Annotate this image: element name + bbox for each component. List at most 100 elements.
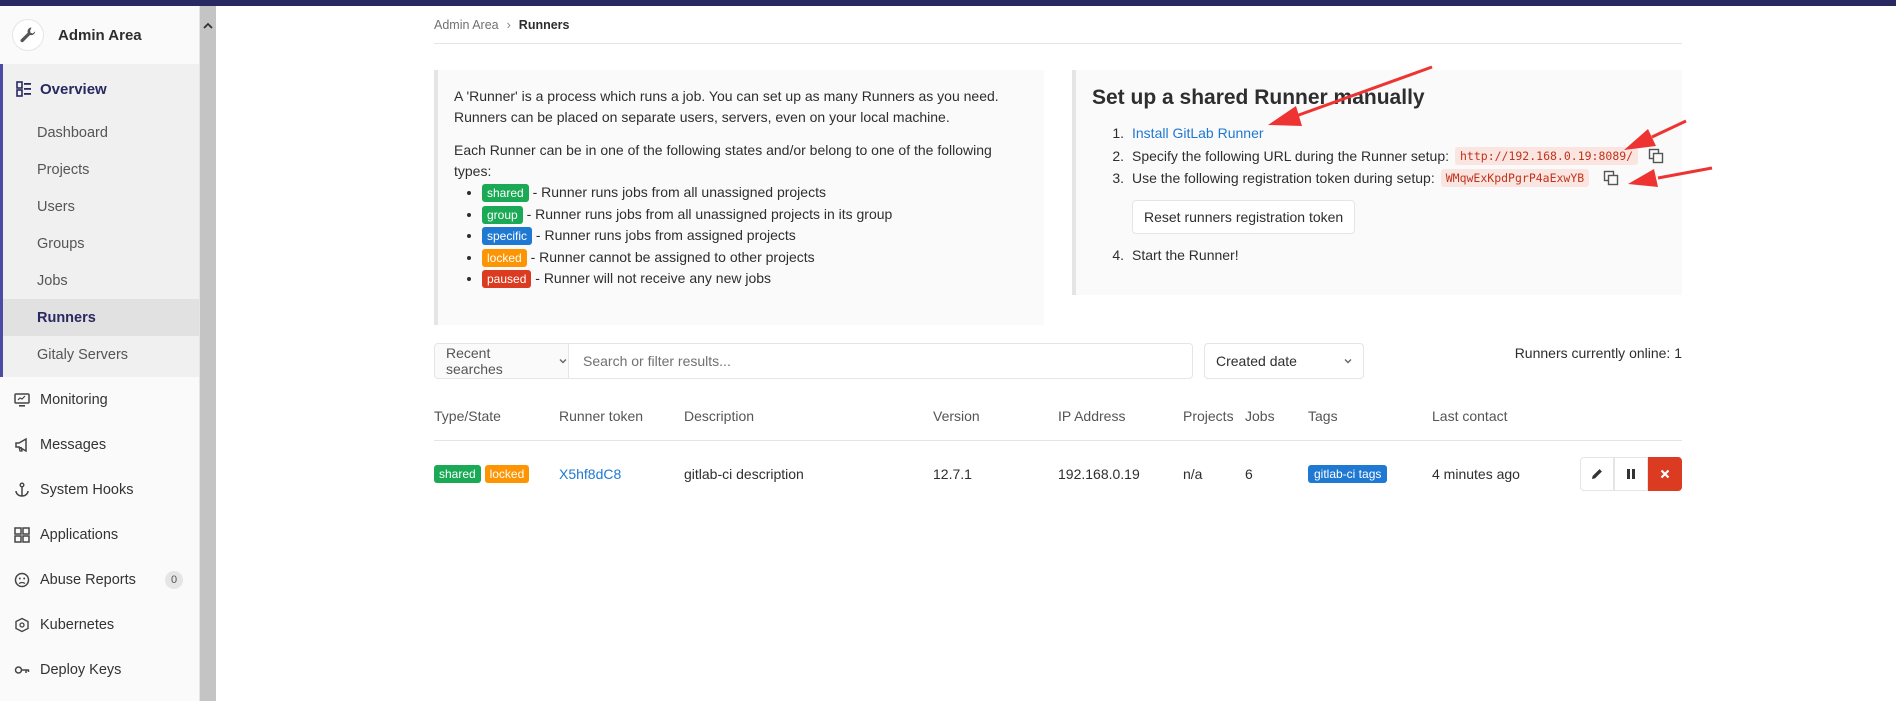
table-header: Type/State Runner token Description Vers… xyxy=(434,391,1682,441)
sort-label: Created date xyxy=(1216,353,1297,369)
sidebar-item-groups[interactable]: Groups xyxy=(3,225,199,262)
column-header: Version xyxy=(933,407,980,424)
reset-token-button[interactable]: Reset runners registration token xyxy=(1132,199,1356,234)
grid-icon xyxy=(14,526,30,543)
pencil-icon xyxy=(1592,469,1602,479)
sidebar-item-deploy-keys[interactable]: Deploy Keys xyxy=(0,647,199,692)
runner-last-contact: 4 minutes ago xyxy=(1432,466,1520,482)
remove-button[interactable] xyxy=(1648,457,1682,491)
pause-icon xyxy=(1627,469,1635,479)
overview-icon xyxy=(16,81,32,97)
setup-step-1: 1. Install GitLab Runner xyxy=(1112,125,1264,142)
edit-button[interactable] xyxy=(1580,457,1614,491)
sidebar-item-applications[interactable]: Applications xyxy=(0,512,199,557)
list-item: paused - Runner will not receive any new… xyxy=(482,268,1028,290)
chevron-down-icon xyxy=(559,359,567,364)
runner-info-text: A 'Runner' is a process which runs a job… xyxy=(454,88,999,125)
column-header: Runner token xyxy=(559,407,644,424)
copy-icon[interactable] xyxy=(1648,148,1664,164)
setup-steps-continued: 4. Start the Runner! xyxy=(1092,244,1666,267)
setup-step-2: 2. Specify the following URL during the R… xyxy=(1092,145,1666,168)
sidebar-item-kubernetes[interactable]: Kubernetes xyxy=(0,602,199,647)
sidebar-item-label: Messages xyxy=(40,436,107,453)
sidebar-item-overview[interactable]: Overview xyxy=(0,64,199,114)
close-icon xyxy=(1660,469,1670,479)
state-description: - Runner runs jobs from all unassigned p… xyxy=(532,184,826,200)
setup-step-text: Start the Runner! xyxy=(1132,246,1239,263)
group-badge: group xyxy=(482,205,523,224)
runner-info-panel: A 'Runner' is a process which runs a job… xyxy=(434,70,1044,325)
coordinator-url: http://192.168.0.19:8089/ xyxy=(1455,146,1639,165)
sidebar-item-label: Applications xyxy=(40,526,119,543)
sidebar-item-users[interactable]: Users xyxy=(3,188,199,225)
setup-steps: 1. Install GitLab Runner 2. Specify the fo… xyxy=(1092,122,1666,190)
runner-states-list: shared - Runner runs jobs from all unass… xyxy=(454,182,1028,290)
anchor-icon xyxy=(14,482,30,498)
copy-icon[interactable] xyxy=(1603,170,1619,186)
main-content: Admin Area › Runners A 'Runner' is a pro… xyxy=(434,6,1682,507)
sidebar-scrollbar[interactable] xyxy=(200,6,216,701)
recent-searches-label: Recent searches xyxy=(446,345,503,377)
sidebar-item-label: Abuse Reports xyxy=(40,571,136,588)
sort-dropdown[interactable]: Created date xyxy=(1204,343,1364,379)
sidebar-item-abuse-reports[interactable]: Abuse Reports 0 xyxy=(0,557,199,602)
sidebar-item-monitoring[interactable]: Monitoring xyxy=(0,377,199,422)
chevron-up-icon[interactable] xyxy=(202,20,214,32)
sidebar-item-label: System Hooks xyxy=(40,481,134,498)
column-header: Jobs xyxy=(1245,407,1275,424)
list-item: locked - Runner cannot be assigned to ot… xyxy=(482,247,1028,269)
wrench-icon xyxy=(12,19,44,51)
list-item: shared - Runner runs jobs from all unass… xyxy=(482,182,1028,204)
breadcrumb-current[interactable]: Runners xyxy=(519,18,570,32)
info-row: A 'Runner' is a process which runs a job… xyxy=(434,70,1682,325)
runner-state-cell: shared locked xyxy=(434,465,530,483)
sidebar-item-label: Deploy Keys xyxy=(40,661,122,678)
flag-face-icon xyxy=(14,572,30,588)
setup-step-text: Use the following registration token dur… xyxy=(1132,170,1435,187)
runners-online-count: Runners currently online: 1 xyxy=(1514,345,1682,361)
locked-badge: locked xyxy=(482,248,527,267)
recent-searches-dropdown[interactable]: Recent searches xyxy=(434,343,569,379)
sidebar-item-system-hooks[interactable]: System Hooks xyxy=(0,467,199,512)
setup-title: Set up a shared Runner manually xyxy=(1092,86,1425,109)
breadcrumb-link-admin-area[interactable]: Admin Area xyxy=(434,18,499,32)
runner-ip-address: 192.168.0.19 xyxy=(1058,466,1140,482)
search-input[interactable] xyxy=(569,343,1193,379)
registration-token: WMqwExKpdPgrP4aExwYB xyxy=(1440,169,1590,188)
sidebar-item-runners[interactable]: Runners xyxy=(3,299,199,336)
column-header: Description xyxy=(684,407,755,424)
column-header: IP Address xyxy=(1058,407,1126,424)
megaphone-icon xyxy=(14,437,30,453)
sidebar-header[interactable]: Admin Area xyxy=(0,6,199,64)
breadcrumb: Admin Area › Runners xyxy=(434,6,1682,44)
shared-badge: shared xyxy=(434,465,481,483)
sidebar-item-messages[interactable]: Messages xyxy=(0,422,199,467)
column-header: Projects xyxy=(1183,407,1234,424)
table-row: shared locked X5hf8dC8 gitlab-ci descrip… xyxy=(434,441,1682,507)
sidebar-item-projects[interactable]: Projects xyxy=(3,151,199,188)
runner-version: 12.7.1 xyxy=(933,466,972,482)
locked-badge: locked xyxy=(484,465,530,483)
paused-badge: paused xyxy=(482,270,532,288)
specific-badge: specific xyxy=(482,227,533,245)
pause-button[interactable] xyxy=(1614,457,1648,491)
setup-step-3: 3. Use the following registration token d… xyxy=(1092,167,1666,190)
sidebar-item-label: Monitoring xyxy=(40,391,108,408)
state-description: - Runner runs jobs from all unassigned p… xyxy=(526,205,893,222)
tag-badge: gitlab-ci tags xyxy=(1308,465,1388,483)
sidebar-item-dashboard[interactable]: Dashboard xyxy=(3,114,199,151)
sidebar-item-label: Overview xyxy=(40,80,107,98)
state-description: - Runner cannot be assigned to other pro… xyxy=(530,248,815,265)
list-item: group - Runner runs jobs from all unassi… xyxy=(482,204,1028,226)
column-header: Type/State xyxy=(434,407,501,424)
setup-step-4: 4. Start the Runner! xyxy=(1112,246,1239,263)
runner-token-link[interactable]: X5hf8dC8 xyxy=(559,466,621,482)
sidebar-item-jobs[interactable]: Jobs xyxy=(3,262,199,299)
sidebar-title: Admin Area xyxy=(58,26,142,44)
install-gitlab-runner-link[interactable]: Install GitLab Runner xyxy=(1132,125,1264,141)
cloud-icon xyxy=(14,617,30,633)
runner-description: gitlab-ci description xyxy=(684,466,804,482)
sidebar-item-gitaly-servers[interactable]: Gitaly Servers xyxy=(3,336,199,373)
row-actions xyxy=(1580,457,1682,491)
shared-badge: shared xyxy=(482,184,529,202)
